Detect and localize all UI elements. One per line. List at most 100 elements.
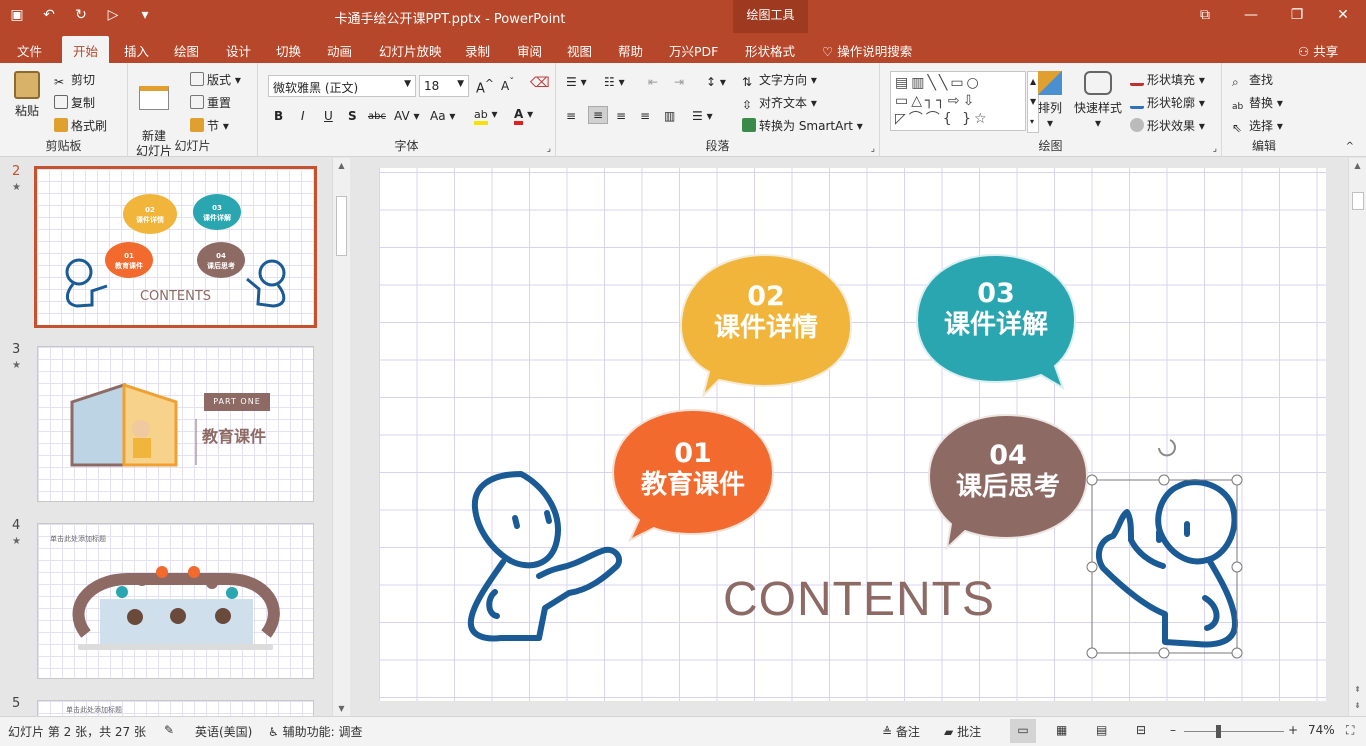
tab-insert[interactable]: 插入 [124, 41, 149, 60]
thumbnail-slide-3[interactable]: PART ONE 教育课件 [37, 346, 314, 502]
ribbon-display-icon[interactable]: ⧉ [1182, 0, 1228, 33]
tab-home[interactable]: 开始 [62, 36, 110, 63]
layout-button[interactable]: 版式 ▾ [190, 71, 241, 88]
zoom-out-button[interactable]: – [1170, 723, 1176, 737]
numbering-button[interactable]: ☷ ▾ [604, 75, 625, 89]
scrollbar-thumb[interactable] [336, 196, 347, 256]
change-case-button[interactable]: Aa ▾ [430, 109, 455, 123]
tab-review[interactable]: 审阅 [517, 41, 542, 60]
thumbnail-slide-5[interactable]: 单击此处添加标题 [37, 700, 314, 716]
minimize-icon[interactable]: — [1228, 0, 1274, 33]
tab-record[interactable]: 录制 [465, 41, 490, 60]
replace-button[interactable]: ab 替换 ▾ [1232, 94, 1283, 116]
increase-indent-button[interactable]: ⇥ [674, 75, 684, 89]
reading-view-button[interactable]: ▤ [1096, 723, 1107, 737]
bold-button[interactable]: B [274, 109, 283, 123]
arrange-button[interactable]: 排列 ▾ [1038, 71, 1062, 130]
close-icon[interactable]: ✕ [1320, 0, 1366, 33]
spelling-icon[interactable]: ✎ [164, 723, 174, 737]
tell-me-search[interactable]: ♡ 操作说明搜索 [822, 41, 912, 60]
zoom-level[interactable]: 74% [1308, 723, 1335, 737]
sorter-view-button[interactable]: ▦ [1056, 723, 1067, 737]
shape-fill-button[interactable]: 形状填充 ▾ [1130, 71, 1205, 88]
tab-view[interactable]: 视图 [567, 41, 592, 60]
grow-font-button[interactable]: A^ [476, 77, 494, 96]
line-spacing-button[interactable]: ↕ ▾ [706, 75, 726, 89]
tab-design[interactable]: 设计 [226, 41, 251, 60]
tab-shape-format[interactable]: 形状格式 [745, 41, 795, 60]
bullets-button[interactable]: ☰ ▾ [566, 75, 587, 89]
quick-styles-button[interactable]: 快速样式 ▾ [1074, 71, 1122, 130]
slideshow-view-button[interactable]: ⊟ [1136, 723, 1146, 737]
distribute-button[interactable]: ☰ ▾ [692, 109, 713, 123]
thumbnail-slide-4[interactable]: 单击此处添加标题 [37, 523, 314, 679]
columns-button[interactable]: ▥ [664, 109, 675, 123]
dialog-launcher-icon[interactable]: ⌟ [1213, 144, 1217, 154]
thumbnail-3-art [70, 382, 197, 467]
tab-slideshow[interactable]: 幻灯片放映 [379, 41, 442, 60]
tab-help[interactable]: 帮助 [618, 41, 643, 60]
shape-outline-button[interactable]: 形状轮廓 ▾ [1130, 94, 1205, 111]
font-size-combo[interactable]: 18 ▼ [419, 75, 469, 97]
zoom-slider[interactable] [1184, 731, 1284, 732]
text-direction-button[interactable]: ⇅ 文字方向 ▾ [742, 71, 817, 89]
slide-scrollbar[interactable]: ▲ ⇞ ⇟ [1348, 158, 1366, 716]
thumbnail-scrollbar[interactable]: ▲ ▼ [332, 158, 350, 716]
normal-view-button[interactable]: ▭ [1010, 719, 1036, 743]
tab-file[interactable]: 文件 [17, 41, 42, 60]
font-name-combo[interactable]: 微软雅黑 (正文) ▼ [268, 75, 416, 97]
share-button[interactable]: ⚇ 共享 [1298, 41, 1338, 60]
find-button[interactable]: ⌕ 查找 [1232, 71, 1273, 89]
scroll-down-icon[interactable]: ▼ [333, 704, 350, 713]
collapse-ribbon-icon[interactable]: ^ [1346, 141, 1354, 152]
underline-button[interactable]: U [324, 109, 333, 123]
section-button[interactable]: 节 ▾ [190, 117, 229, 134]
copy-button[interactable]: 复制 [54, 94, 95, 111]
dialog-launcher-icon[interactable]: ⌟ [871, 144, 875, 154]
dialog-launcher-icon[interactable]: ⌟ [547, 144, 551, 154]
fit-to-window-icon[interactable]: ⛶ [1346, 723, 1354, 738]
format-painter-button[interactable]: 格式刷 [54, 117, 107, 134]
tab-transitions[interactable]: 切换 [276, 41, 301, 60]
next-slide-icon[interactable]: ⇟ [1349, 701, 1366, 710]
select-button[interactable]: ⇖ 选择 ▾ [1232, 117, 1283, 135]
font-color-button[interactable]: A ▾ [514, 107, 533, 125]
zoom-in-button[interactable]: + [1288, 723, 1298, 737]
char-spacing-button[interactable]: AV ▾ [394, 109, 420, 123]
tab-wanxing-pdf[interactable]: 万兴PDF [669, 41, 718, 60]
restore-icon[interactable]: ❐ [1274, 0, 1320, 33]
notes-button[interactable]: ≜ 备注 [882, 723, 920, 740]
accessibility-status[interactable]: ♿ 辅助功能: 调查 [268, 723, 362, 740]
scroll-up-icon[interactable]: ▲ [333, 161, 350, 170]
language-indicator[interactable]: 英语(美国) [195, 723, 252, 740]
scrollbar-thumb[interactable] [1352, 192, 1364, 210]
zoom-slider-thumb[interactable] [1216, 725, 1221, 738]
align-text-button[interactable]: ⇳ 对齐文本 ▾ [742, 94, 817, 112]
shrink-font-button[interactable]: Aˇ [501, 77, 514, 93]
align-right-button[interactable]: ≡ [616, 109, 626, 123]
comments-button[interactable]: ▰ 批注 [944, 723, 981, 740]
tab-draw[interactable]: 绘图 [174, 41, 199, 60]
justify-button[interactable]: ≡ [640, 109, 650, 123]
cut-button[interactable]: ✂ 剪切 [54, 71, 95, 89]
decrease-indent-button[interactable]: ⇤ [648, 75, 658, 89]
reset-button[interactable]: 重置 [190, 94, 231, 111]
shapes-gallery[interactable]: ▤▥╲╲▭○ ▭△┐┐⇨⇩ ◸⌒⌒{ }☆ [890, 71, 1026, 131]
strikethrough-button[interactable]: abc [368, 111, 386, 122]
clear-format-icon[interactable]: ⌫ [530, 75, 550, 91]
tab-animations[interactable]: 动画 [327, 41, 352, 60]
thumbnail-slide-2[interactable]: 02 课件详情 03 课件详解 01 教育课件 04 课后思考 CONTENTS [34, 166, 317, 328]
align-left-button[interactable]: ≡ [566, 109, 576, 123]
shadow-button[interactable]: S [348, 109, 357, 123]
bubble-03: 03 课件详解 [917, 278, 1075, 342]
prev-slide-icon[interactable]: ⇞ [1349, 685, 1366, 694]
scroll-up-icon[interactable]: ▲ [1349, 161, 1366, 170]
highlight-button[interactable]: ab ▾ [474, 107, 498, 125]
smartart-button[interactable]: 转换为 SmartArt ▾ [742, 117, 863, 134]
align-center-button[interactable]: ≡ [588, 106, 609, 124]
current-slide[interactable]: 02 课件详情 03 课件详解 01 教育课件 04 课后思考 CONTENTS [379, 168, 1326, 701]
shape-effects-button[interactable]: 形状效果 ▾ [1130, 117, 1205, 134]
rotate-handle-icon[interactable] [1158, 439, 1176, 457]
paste-button[interactable]: 粘贴 [14, 71, 40, 119]
italic-button[interactable]: I [301, 109, 305, 123]
